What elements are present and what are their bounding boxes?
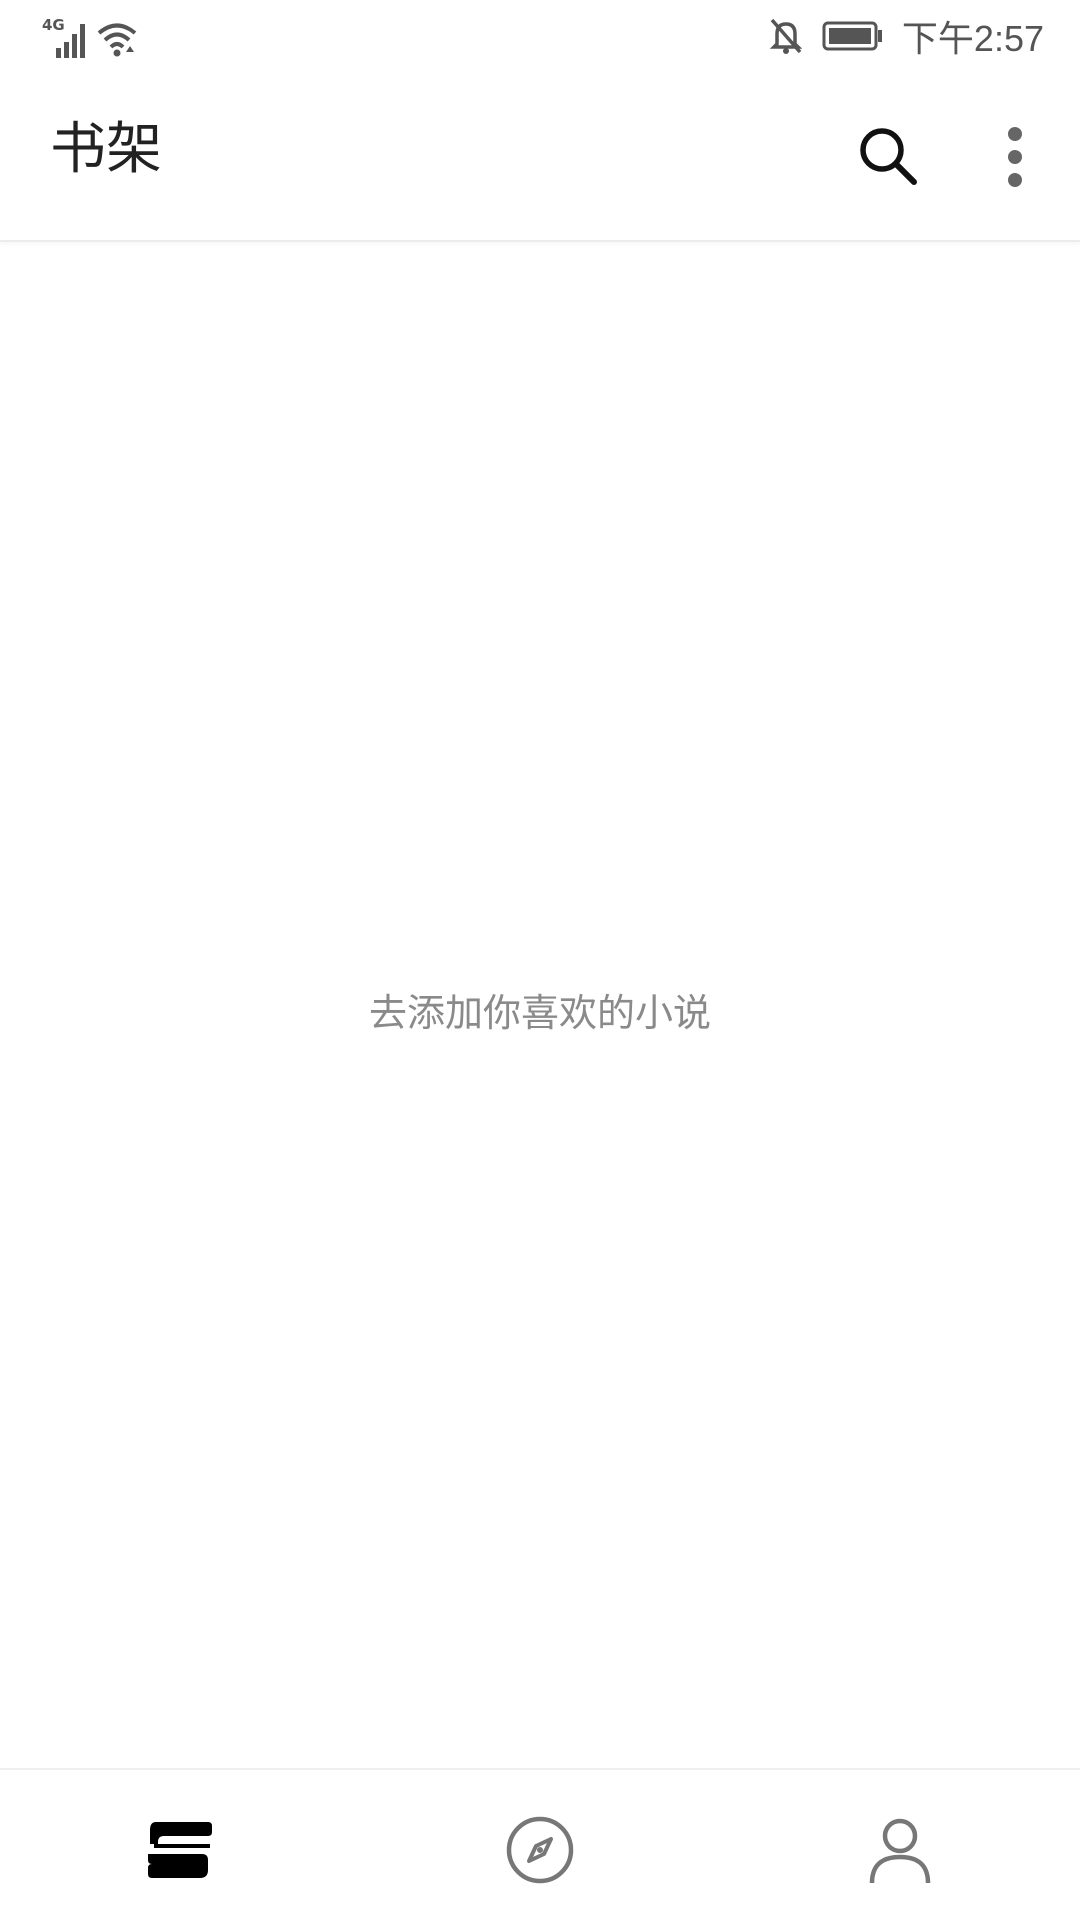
app-bar: 书架 (0, 72, 1080, 242)
battery-icon (822, 21, 882, 51)
nav-bookshelf-tab[interactable] (140, 1810, 220, 1890)
page-title: 书架 (50, 117, 162, 182)
status-left-group (40, 14, 138, 58)
nav-profile-tab[interactable] (860, 1810, 940, 1890)
bookshelf-icon (148, 1822, 212, 1878)
search-button[interactable] (856, 124, 922, 190)
empty-state-message[interactable]: 去添加你喜欢的小说 (0, 982, 1080, 1037)
more-options-button[interactable] (990, 124, 1040, 190)
bottom-nav (0, 1768, 1080, 1920)
more-vert-icon (1008, 127, 1022, 187)
profile-icon (869, 1818, 931, 1884)
compass-icon (506, 1816, 574, 1884)
nav-discover-tab[interactable] (500, 1810, 580, 1890)
status-right-group: 下午2:57 (768, 12, 1044, 60)
status-time: 下午2:57 (901, 18, 1044, 59)
wifi-icon (97, 23, 137, 57)
bell-off-icon (769, 18, 803, 54)
search-icon (860, 128, 917, 185)
signal-icon (56, 24, 85, 58)
status-bar: 4G 下午2:57 (0, 0, 1080, 72)
app-screen: 4G 下午2:57 书架 去添加你喜欢的小说 (0, 0, 1080, 1920)
